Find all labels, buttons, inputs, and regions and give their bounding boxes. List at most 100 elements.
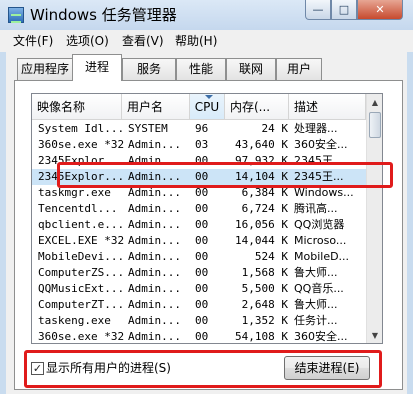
description-cell: 2345王... (294, 170, 344, 183)
maximize-button[interactable]: □ (331, 0, 357, 20)
cpu-cell: 00 (195, 266, 209, 279)
memory-cell: 2,648 K (241, 298, 288, 311)
scroll-down-button[interactable]: ▼ (367, 327, 382, 343)
memory-cell: 16,056 K (235, 218, 288, 231)
table-row[interactable]: 2345Explor... Admin... 00 14,104 K 2345王... (32, 169, 366, 185)
memory-cell: 54,108 K (235, 330, 288, 343)
user-name-cell: Admin... (128, 250, 181, 263)
description-cell: 2345王... (294, 154, 344, 167)
memory-cell: 5,500 K (241, 282, 288, 295)
process-name-cell: ComputerZT... (38, 298, 125, 311)
table-row[interactable]: Tencentdl... Admin... 00 6,724 K 腾讯高... (32, 201, 366, 217)
user-name-cell: Admin... (128, 218, 181, 231)
scroll-up-icon: ▲ (371, 97, 379, 107)
description-cell: QQ浏览器 (294, 218, 345, 231)
table-row[interactable]: ComputerZS... Admin... 00 1,568 K 鲁大师... (32, 265, 366, 281)
memory-cell: 14,044 K (235, 234, 288, 247)
scroll-thumb[interactable] (369, 112, 381, 138)
column-cpu-label: CPU (194, 100, 220, 114)
scroll-down-icon: ▼ (371, 330, 379, 340)
user-name-cell: Admin... (128, 202, 181, 215)
description-cell: 任务计... (294, 314, 338, 327)
user-name-cell: Admin... (128, 298, 181, 311)
table-row[interactable]: 360se.exe *32 Admin... 00 54,108 K 360安全... (32, 329, 366, 343)
process-name-cell: MobileDevi... (38, 250, 125, 263)
description-cell: 360安全... (294, 330, 348, 343)
scroll-up-button[interactable]: ▲ (367, 94, 382, 110)
tab-users[interactable]: 用户 (276, 58, 322, 80)
task-manager-icon (8, 7, 24, 23)
process-name-cell: taskmgr.exe (38, 186, 111, 199)
table-row[interactable]: 2345Explor... Admin... 00 97,932 K 2345王... (32, 153, 366, 169)
table-row[interactable]: QQMusicExt... Admin... 00 5,500 K QQ音乐... (32, 281, 366, 297)
column-description[interactable]: 描述 (289, 94, 366, 120)
table-row[interactable]: taskeng.exe Admin... 00 1,352 K 任务计... (32, 313, 366, 329)
process-name-cell: 2345Explor... (38, 170, 125, 183)
cpu-cell: 00 (195, 250, 209, 263)
process-name-cell: qbclient.e... (38, 218, 125, 231)
user-name-cell: Admin... (128, 266, 181, 279)
table-row[interactable]: EXCEL.EXE *32 Admin... 00 14,044 K Microso..… (32, 233, 366, 249)
tab-performance[interactable]: 性能 (176, 58, 226, 80)
window-title: Windows 任务管理器 (30, 6, 177, 24)
process-name-cell: System Idl... (38, 122, 125, 135)
memory-cell: 524 K (254, 250, 288, 263)
user-name-cell: SYSTEM (128, 122, 168, 135)
table-row[interactable]: System Idl... SYSTEM 96 24 K 处理器... (32, 121, 366, 137)
process-name-cell: 360se.exe *32 (38, 138, 125, 151)
process-name-cell: Tencentdl... (38, 202, 118, 215)
title-bar: Windows 任务管理器 — □ ✕ (0, 0, 413, 30)
cpu-cell: 00 (195, 234, 209, 247)
show-all-users-label[interactable]: 显示所有用户的进程(S) (46, 360, 171, 376)
memory-cell: 24 K (261, 122, 289, 135)
vertical-scrollbar[interactable]: ▲ ▼ (366, 94, 382, 343)
description-cell: QQ音乐... (294, 282, 344, 295)
process-name-cell: 2345Explor... (38, 154, 125, 167)
column-user-name[interactable]: 用户名 (122, 94, 190, 120)
tab-services[interactable]: 服务 (122, 58, 176, 80)
cpu-cell: 00 (195, 170, 209, 183)
table-row[interactable]: MobileDevi... Admin... 00 524 K MobileD... (32, 249, 366, 265)
table-row[interactable]: qbclient.e... Admin... 00 16,056 K QQ浏览器 (32, 217, 366, 233)
cpu-cell: 03 (195, 138, 209, 151)
table-row[interactable]: 360se.exe *32 Admin... 03 43,640 K 360安全... (32, 137, 366, 153)
column-cpu[interactable]: CPU (190, 94, 225, 120)
menu-view[interactable]: 查看(V) (122, 33, 164, 49)
user-name-cell: Admin... (128, 314, 181, 327)
tab-networking[interactable]: 联网 (226, 58, 276, 80)
menu-file[interactable]: 文件(F) (13, 33, 53, 49)
column-image-name[interactable]: 映像名称 (32, 94, 122, 120)
show-all-users-checkbox[interactable]: ✓ (31, 362, 44, 375)
menu-options[interactable]: 选项(O) (66, 33, 109, 49)
cpu-cell: 00 (195, 298, 209, 311)
table-row[interactable]: ComputerZT... Admin... 00 2,648 K 鲁大师... (32, 297, 366, 313)
memory-cell: 97,932 K (235, 154, 288, 167)
process-name-cell: ComputerZS... (38, 266, 125, 279)
table-row[interactable]: taskmgr.exe Admin... 00 6,384 K Windows... (32, 185, 366, 201)
description-cell: 鲁大师... (294, 266, 338, 279)
minimize-button[interactable]: — (305, 0, 331, 20)
description-cell: 360安全... (294, 138, 348, 151)
menu-help[interactable]: 帮助(H) (175, 33, 217, 49)
cpu-cell: 00 (195, 186, 209, 199)
minimize-icon: — (312, 3, 324, 16)
description-cell: 处理器... (294, 122, 338, 135)
memory-cell: 43,640 K (235, 138, 288, 151)
column-memory[interactable]: 内存(... (225, 94, 289, 120)
close-icon: ✕ (375, 3, 385, 16)
user-name-cell: Admin... (128, 186, 181, 199)
memory-cell: 1,352 K (241, 314, 288, 327)
description-cell: Windows... (294, 186, 354, 199)
sort-descending-icon (205, 95, 213, 99)
end-process-button[interactable]: 结束进程(E) (284, 356, 370, 380)
user-name-cell: Admin... (128, 234, 181, 247)
memory-cell: 14,104 K (235, 170, 288, 183)
memory-cell: 6,384 K (241, 186, 288, 199)
tab-processes[interactable]: 进程 (72, 54, 122, 81)
user-name-cell: Admin... (128, 138, 181, 151)
cpu-cell: 00 (195, 218, 209, 231)
process-list[interactable]: 映像名称 用户名 CPU 内存(... 描述 System Idl... SYST… (31, 93, 383, 344)
memory-cell: 6,724 K (241, 202, 288, 215)
tab-applications[interactable]: 应用程序 (17, 58, 73, 80)
close-button[interactable]: ✕ (357, 0, 403, 20)
